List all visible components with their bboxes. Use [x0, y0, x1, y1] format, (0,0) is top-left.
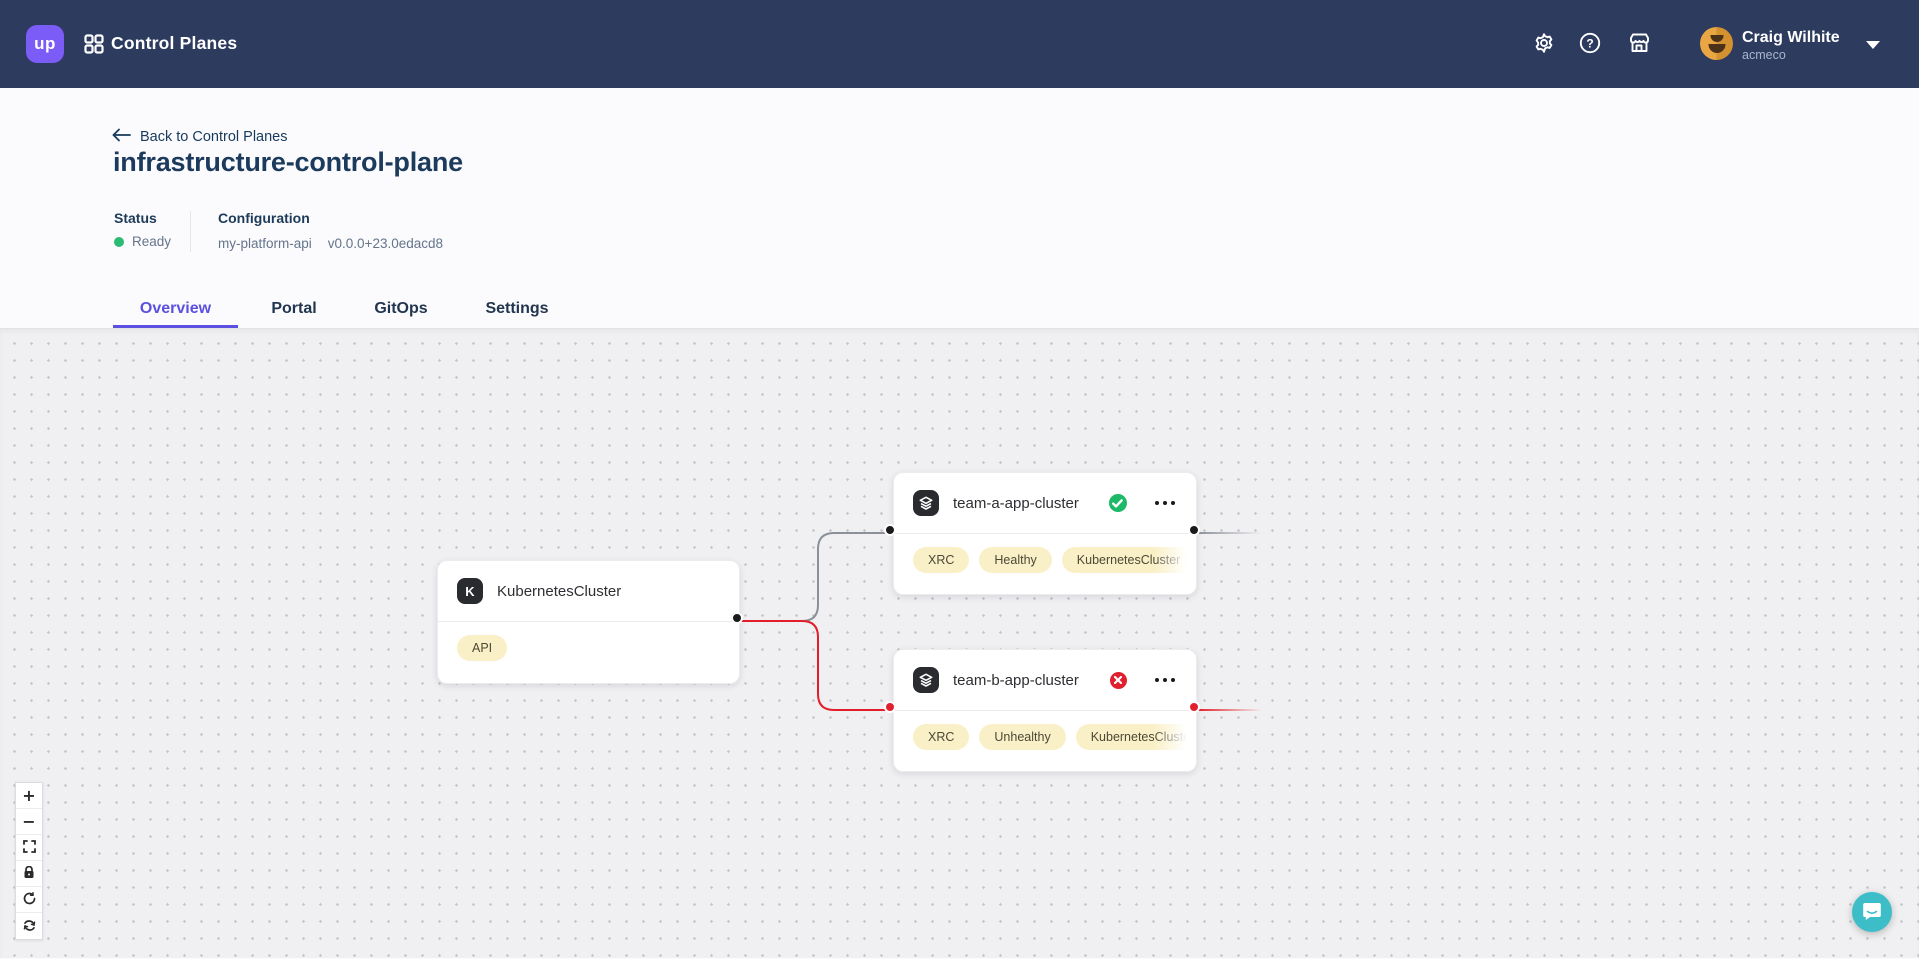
user-name: Craig Wilhite: [1742, 29, 1840, 47]
healthy-check-icon: [1109, 494, 1127, 512]
top-navbar: up Control Planes ?: [0, 0, 1919, 88]
node-title: KubernetesCluster: [497, 583, 621, 600]
badge-xrc: XRC: [913, 724, 969, 750]
badge-api: API: [457, 635, 507, 661]
configuration-label: Configuration: [218, 210, 310, 226]
tab-gitops[interactable]: GitOps: [348, 290, 454, 328]
avatar: [1700, 27, 1733, 60]
graph-edges: [0, 329, 1919, 959]
unhealthy-x-icon: [1110, 672, 1127, 689]
settings-gear-button[interactable]: [1531, 31, 1557, 57]
chevron-down-icon: [1866, 41, 1880, 49]
node-menu-button[interactable]: [1153, 497, 1178, 510]
badge-kind: KubernetesCluster: [1076, 724, 1197, 750]
svg-text:?: ?: [1586, 36, 1593, 50]
sync-icon: [23, 917, 36, 936]
node-kubernetescluster[interactable]: K KubernetesCluster API: [437, 560, 740, 684]
node-menu-button[interactable]: [1153, 674, 1178, 687]
marketplace-button[interactable]: [1626, 31, 1652, 57]
configuration-name: my-platform-api: [218, 236, 312, 251]
tab-overview[interactable]: Overview: [113, 290, 238, 328]
node-title: team-b-app-cluster: [953, 672, 1079, 689]
status-dot-icon: [114, 237, 124, 247]
badge-xrc: XRC: [913, 547, 969, 573]
badge-healthy: Healthy: [979, 547, 1051, 573]
status-label: Status: [114, 210, 157, 226]
app-title: Control Planes: [111, 33, 237, 54]
page-title: infrastructure-control-plane: [113, 147, 463, 178]
configuration-value-row: my-platform-api v0.0.0+23.0edacd8: [218, 236, 443, 251]
plus-icon: +: [22, 786, 35, 805]
layers-icon: [913, 667, 939, 693]
configuration-version: v0.0.0+23.0edacd8: [328, 236, 443, 251]
lock-button[interactable]: [16, 861, 42, 887]
status-value-row: Ready: [114, 234, 171, 249]
edge-source-to-team-a: [740, 533, 893, 621]
node-team-b-app-cluster[interactable]: team-b-app-cluster XRC Unhealthy Kuberne…: [893, 649, 1197, 772]
zoom-out-button[interactable]: −: [16, 809, 42, 835]
graph-canvas[interactable]: K KubernetesCluster API team-a-app-clust…: [0, 328, 1919, 958]
logo-text: up: [34, 34, 56, 54]
tab-settings[interactable]: Settings: [458, 290, 576, 328]
handle-team-b-right[interactable]: [1190, 703, 1198, 711]
handle-team-a-right[interactable]: [1190, 526, 1198, 534]
help-icon: ?: [1578, 43, 1602, 58]
zoom-in-button[interactable]: +: [16, 783, 42, 809]
minus-icon: −: [22, 812, 35, 831]
chat-icon: [1862, 901, 1882, 924]
chat-launcher-button[interactable]: [1852, 892, 1892, 932]
marketplace-icon: [1627, 43, 1652, 58]
edge-source-to-team-b: [740, 621, 893, 710]
gear-icon: [1532, 43, 1556, 58]
help-button[interactable]: ?: [1577, 31, 1603, 57]
fit-view-icon: [23, 838, 36, 857]
user-menu[interactable]: Craig Wilhite acmeco: [1694, 22, 1894, 66]
reset-view-button[interactable]: [16, 887, 42, 913]
node-team-a-app-cluster[interactable]: team-a-app-cluster XRC Healthy Kubernete…: [893, 472, 1197, 595]
back-link-label: Back to Control Planes: [140, 129, 288, 145]
kubernetes-icon: K: [457, 578, 483, 604]
tab-portal[interactable]: Portal: [243, 290, 345, 328]
handle-source-right[interactable]: [733, 614, 741, 622]
canvas-controls: + −: [15, 782, 43, 940]
badge-kind: KubernetesCluster: [1062, 547, 1196, 573]
refresh-button[interactable]: [16, 913, 42, 939]
meta-divider: [190, 211, 191, 252]
rotate-icon: [23, 890, 36, 909]
upbound-logo[interactable]: up: [26, 25, 64, 63]
back-link[interactable]: Back to Control Planes: [112, 128, 288, 146]
grid-icon: [84, 34, 104, 59]
fit-view-button[interactable]: [16, 835, 42, 861]
handle-team-b-left[interactable]: [886, 703, 894, 711]
layers-icon: [913, 490, 939, 516]
lock-icon: [23, 864, 35, 883]
status-value: Ready: [132, 234, 171, 249]
back-arrow-icon: [112, 128, 131, 146]
user-org: acmeco: [1742, 48, 1786, 62]
handle-team-a-left[interactable]: [886, 526, 894, 534]
badge-unhealthy: Unhealthy: [979, 724, 1065, 750]
node-title: team-a-app-cluster: [953, 495, 1079, 512]
